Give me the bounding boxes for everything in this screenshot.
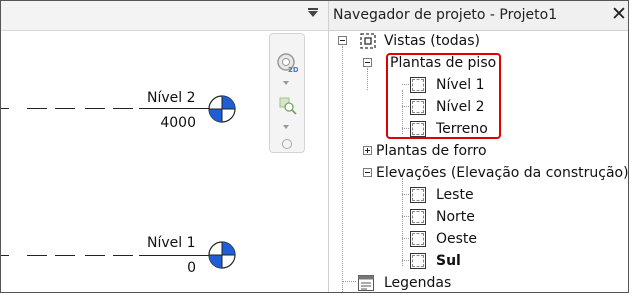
view-icon (410, 253, 426, 269)
project-browser: Navegador de projeto - Projeto1 ✕ Vistas… (329, 1, 629, 292)
tree-node-label: Plantas de forro (376, 143, 487, 159)
legend-icon (358, 275, 374, 291)
view-icon (410, 187, 426, 203)
collapse-toggle[interactable] (363, 168, 372, 177)
views-folder-icon (360, 33, 376, 49)
svg-text:2D: 2D (288, 66, 298, 74)
view-icon (410, 231, 426, 247)
zoom-region-icon[interactable] (279, 97, 297, 115)
level-name-label: Nível 2 (147, 90, 196, 106)
chevron-down-icon[interactable] (283, 125, 289, 129)
panel-menu-icon[interactable] (308, 8, 318, 17)
tree-leaf-view[interactable]: Oeste (329, 228, 628, 250)
tree-node-label: Sul (436, 253, 461, 269)
level-head-icon[interactable] (207, 240, 237, 270)
tree-node-elevations[interactable]: Elevações (Elevação da construção) (329, 162, 629, 184)
canvas-top-bar (1, 1, 328, 31)
tree-node-label: Oeste (436, 231, 478, 247)
collapse-toggle[interactable] (363, 58, 372, 67)
revit-window: Nível 2 4000 Nível 1 0 2D Navegador de p… (0, 0, 629, 293)
drawing-canvas[interactable]: Nível 2 4000 Nível 1 0 2D (1, 1, 329, 292)
level-name-label: Nível 1 (147, 235, 196, 251)
level-elevation-label: 0 (187, 260, 196, 276)
collapse-toggle[interactable] (338, 36, 347, 45)
tree-node-ceiling-plans[interactable]: Plantas de forro (329, 140, 628, 162)
view-icon (410, 209, 426, 225)
tree-node-label: Norte (436, 209, 475, 225)
chevron-down-icon[interactable] (283, 81, 289, 85)
project-browser-titlebar: Navegador de projeto - Projeto1 ✕ (329, 1, 628, 31)
tree-node-label: Vistas (todas) (384, 33, 481, 49)
tree-node-legends[interactable]: Legendas (329, 272, 628, 292)
tree-node-views-all[interactable]: Vistas (todas) (329, 30, 628, 52)
level-elevation-label: 4000 (160, 115, 196, 131)
navbar-options-icon[interactable] (282, 139, 292, 149)
level-head-icon[interactable] (207, 94, 237, 124)
tree-node-label: Legendas (384, 275, 452, 291)
close-icon[interactable]: ✕ (610, 4, 628, 24)
tree-leaf-view-active[interactable]: Sul (329, 250, 628, 272)
highlight-box (386, 53, 501, 139)
steering-wheel-2d-icon[interactable]: 2D (276, 52, 298, 74)
project-browser-title: Navegador de projeto - Projeto1 (333, 7, 558, 23)
tree-node-label: Leste (436, 187, 474, 203)
tree-leaf-view[interactable]: Leste (329, 184, 628, 206)
expand-toggle[interactable] (363, 146, 372, 155)
tree-node-label: Elevações (Elevação da construção) (376, 165, 629, 181)
tree-leaf-view[interactable]: Norte (329, 206, 628, 228)
navigation-bar: 2D (269, 33, 305, 153)
